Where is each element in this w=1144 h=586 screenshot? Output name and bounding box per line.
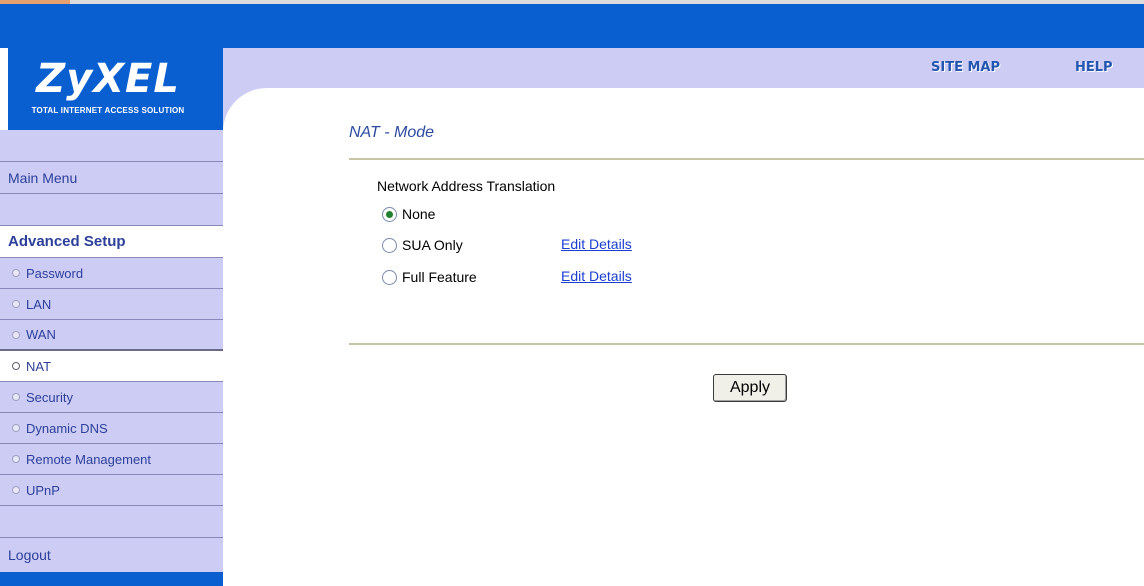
sidebar-item-logout[interactable]: Logout: [0, 538, 223, 572]
page-title: NAT - Mode: [349, 124, 435, 141]
section-label: Network Address Translation: [377, 178, 556, 194]
sidebar-item-dynamic-dns[interactable]: Dynamic DNS: [0, 413, 223, 444]
sidebar-item-security[interactable]: Security: [0, 382, 223, 413]
option-label: None: [402, 206, 436, 222]
sidebar-item-password[interactable]: Password: [0, 258, 223, 289]
sidebar-footer-bar: [0, 572, 223, 586]
divider: [349, 343, 1144, 345]
site-map-link[interactable]: SITE MAP: [931, 60, 1000, 75]
nat-option-sua-only[interactable]: SUA Only: [382, 237, 463, 253]
edit-details-full-link[interactable]: Edit Details: [561, 268, 632, 284]
brand-logo: ZyXEL TOTAL INTERNET ACCESS SOLUTION: [8, 48, 223, 130]
bullet-icon: [12, 486, 20, 494]
sidebar-item-label: Main Menu: [8, 169, 78, 186]
sidebar-item-remote-management[interactable]: Remote Management: [0, 444, 223, 475]
sidebar-heading-label: Advanced Setup: [8, 233, 126, 250]
radio-button[interactable]: [382, 237, 397, 253]
radio-button[interactable]: [382, 269, 397, 285]
sidebar-item-label: Security: [26, 389, 73, 405]
sidebar-item-label: Logout: [8, 547, 51, 563]
header-banner: [0, 4, 1144, 48]
sidebar-item-label: Remote Management: [26, 451, 152, 467]
brand-name: ZyXEL: [36, 56, 180, 102]
sidebar: Main Menu Advanced Setup Password LAN WA…: [0, 130, 223, 586]
sidebar-item-nat[interactable]: NAT: [0, 351, 223, 382]
bullet-icon: [12, 424, 20, 432]
radio-button-checked[interactable]: [382, 206, 397, 222]
sidebar-item-label: Dynamic DNS: [26, 420, 108, 436]
bullet-icon: [12, 300, 20, 308]
sidebar-spacer: [0, 130, 223, 162]
edit-details-sua-link[interactable]: Edit Details: [561, 236, 632, 252]
brand-tagline: TOTAL INTERNET ACCESS SOLUTION: [31, 106, 185, 115]
sidebar-spacer: [0, 194, 223, 226]
bullet-icon: [12, 269, 20, 277]
divider: [349, 158, 1144, 160]
bullet-icon: [12, 330, 20, 339]
sidebar-item-label: WAN: [26, 327, 56, 342]
sidebar-item-lan[interactable]: LAN: [0, 289, 223, 320]
content-corner: [223, 88, 311, 176]
top-nav: SITE MAP HELP: [223, 48, 1144, 88]
sidebar-item-wan[interactable]: WAN: [0, 320, 223, 351]
option-label: Full Feature: [402, 269, 477, 285]
sidebar-item-label: NAT: [26, 358, 52, 374]
bullet-icon: [12, 362, 20, 370]
nat-option-full-feature[interactable]: Full Feature: [382, 269, 477, 285]
nat-option-none[interactable]: None: [382, 206, 435, 222]
sidebar-spacer: [0, 506, 223, 538]
bullet-icon: [12, 393, 20, 401]
sidebar-item-label: UPnP: [26, 482, 60, 498]
apply-button[interactable]: Apply: [713, 374, 787, 402]
sidebar-item-upnp[interactable]: UPnP: [0, 475, 223, 506]
sidebar-heading-advanced-setup[interactable]: Advanced Setup: [0, 226, 223, 258]
help-link[interactable]: HELP: [1075, 60, 1113, 75]
option-label: SUA Only: [402, 237, 463, 253]
sidebar-item-label: Password: [26, 265, 84, 281]
bullet-icon: [12, 455, 20, 463]
sidebar-item-main-menu[interactable]: Main Menu: [0, 162, 223, 194]
sidebar-item-label: LAN: [26, 296, 52, 312]
